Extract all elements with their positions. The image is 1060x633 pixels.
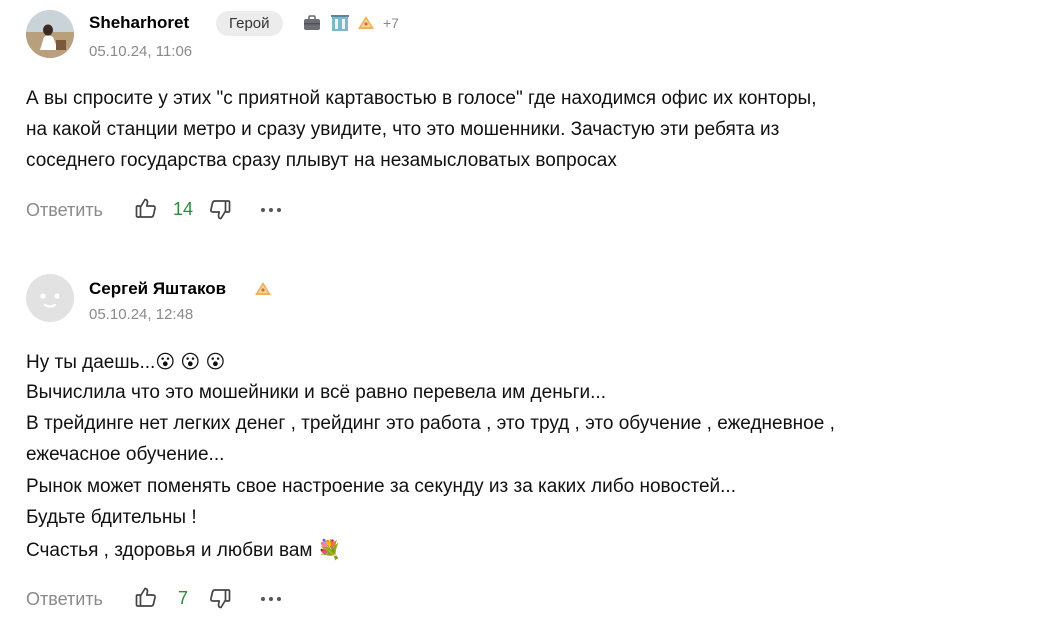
author-name[interactable]: Сергей Яштаков	[89, 279, 226, 299]
like-count: 7	[178, 588, 189, 608]
comment: Сергей Яштаков 05.10.24, 12:48 Ну ты дае…	[0, 0, 1060, 633]
comment-date: 05.10.24, 12:48	[89, 306, 194, 323]
thumbs-up-icon[interactable]	[134, 585, 158, 609]
default-avatar-icon	[26, 274, 74, 322]
comment-text-line: Счастья , здоровья и любви вам 💐	[26, 540, 342, 561]
avatar[interactable]	[26, 274, 74, 322]
comment-text-line: Вычислила что это мошейники и всё равно …	[26, 382, 606, 403]
comment-text-line: Ну ты даешь...😮 😮 😮	[26, 352, 226, 373]
comment-text-line: В трейдинге нет легких денег , трейдинг …	[26, 413, 835, 434]
pastry-icon[interactable]	[253, 279, 273, 304]
reply-button[interactable]: Ответить	[26, 589, 103, 610]
comment-text-line: Будьте бдительны !	[26, 507, 197, 528]
comment-text-line: ежечасное обучение...	[26, 444, 225, 465]
comment-text-line: Рынок может поменять свое настроение за …	[26, 476, 736, 497]
more-options-icon[interactable]	[259, 586, 283, 616]
thumbs-down-icon[interactable]	[208, 587, 232, 611]
